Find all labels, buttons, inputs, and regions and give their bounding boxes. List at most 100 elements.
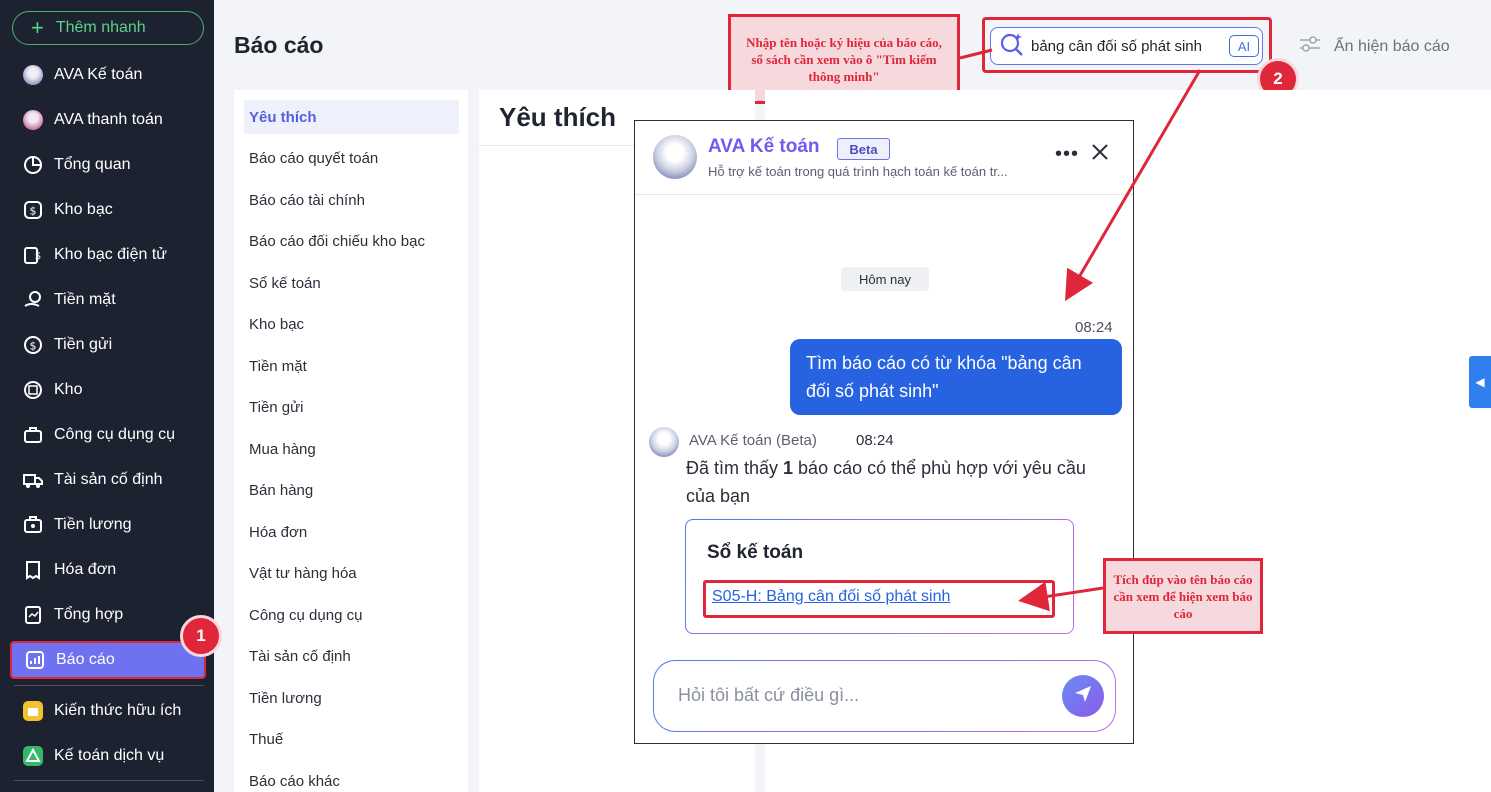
svg-text:$: $ bbox=[30, 340, 37, 353]
chat-header: AVA Kế toán Beta Hỗ trợ kế toán trong qu… bbox=[635, 121, 1133, 195]
category-item[interactable]: Kho bạc bbox=[244, 307, 459, 341]
category-item[interactable]: Thuế bbox=[244, 722, 459, 756]
chat-input[interactable]: Hỏi tôi bất cứ điều gì... bbox=[653, 660, 1116, 732]
category-item-favorites[interactable]: Yêu thích bbox=[244, 100, 459, 134]
bot-avatar bbox=[653, 135, 697, 179]
bot-message: Đã tìm thấy 1 báo cáo có thể phù hợp với… bbox=[686, 454, 1086, 510]
sidebar-item-kho-bac-dien-tu[interactable]: $ Kho bạc điện tử bbox=[10, 236, 206, 274]
toggle-report-button[interactable]: Ẩn hiện báo cáo bbox=[1298, 34, 1450, 59]
more-options-icon[interactable]: ••• bbox=[1055, 143, 1079, 166]
invoice-icon bbox=[22, 559, 44, 581]
category-item[interactable]: Tài sản cố định bbox=[244, 639, 459, 673]
sidebar-item-cong-cu-dung-cu[interactable]: Công cụ dụng cụ bbox=[10, 416, 206, 454]
sidebar-item-tien-gui[interactable]: $ Tiền gửi bbox=[10, 326, 206, 364]
send-button[interactable] bbox=[1062, 675, 1104, 717]
sidebar-item-ava-ke-toan[interactable]: AVA Kế toán bbox=[10, 56, 206, 94]
pie-chart-icon bbox=[22, 154, 44, 176]
category-item[interactable]: Hóa đơn bbox=[244, 515, 459, 549]
result-group-title: Sổ kế toán bbox=[707, 542, 804, 563]
chat-input-placeholder: Hỏi tôi bất cứ điều gì... bbox=[678, 685, 860, 705]
category-item[interactable]: Báo cáo đối chiếu kho bạc bbox=[244, 224, 459, 258]
e-treasury-icon: $ bbox=[22, 244, 44, 266]
sidebar-item-ke-toan-dich-vu[interactable]: Kế toán dịch vụ bbox=[10, 737, 206, 775]
sidebar-item-label: Báo cáo bbox=[56, 651, 115, 668]
ava-avatar-icon bbox=[22, 64, 44, 86]
category-item[interactable]: Mua hàng bbox=[244, 432, 459, 466]
sidebar-item-label: Hóa đơn bbox=[54, 561, 117, 578]
category-item[interactable]: Báo cáo khác bbox=[244, 764, 459, 792]
treasury-icon: $ bbox=[22, 199, 44, 221]
sidebar-item-tai-san-co-dinh[interactable]: Tài sản cố định bbox=[10, 461, 206, 499]
collapse-tab-right[interactable]: ◀ bbox=[1469, 356, 1491, 408]
sidebar-item-label: Tài sản cố định bbox=[54, 471, 163, 488]
sidebar-item-hoa-don[interactable]: Hóa đơn bbox=[10, 551, 206, 589]
chat-bot-name: AVA Kế toán bbox=[708, 136, 820, 157]
step-1-badge: 1 bbox=[180, 615, 222, 657]
category-item[interactable]: Tiền lương bbox=[244, 681, 459, 715]
sidebar-item-label: Công cụ dụng cụ bbox=[54, 426, 175, 443]
sidebar-item-label: Kế toán dịch vụ bbox=[54, 747, 165, 764]
sidebar-item-label: Tiền gửi bbox=[54, 336, 113, 353]
page-title: Báo cáo bbox=[234, 32, 324, 58]
plus-icon: + bbox=[31, 15, 44, 40]
category-item[interactable]: Tiền gửi bbox=[244, 390, 459, 424]
sidebar-item-bao-cao[interactable]: Báo cáo bbox=[10, 641, 206, 679]
category-item[interactable]: Báo cáo tài chính bbox=[244, 183, 459, 217]
link-highlight-box bbox=[703, 580, 1055, 618]
sidebar-item-label: Tổng hợp bbox=[54, 606, 124, 623]
sidebar-item-ava-thanh-toan[interactable]: AVA thanh toán bbox=[10, 101, 206, 139]
quick-add-label: Thêm nhanh bbox=[55, 19, 146, 36]
category-item[interactable]: Sổ kế toán bbox=[244, 266, 459, 300]
salary-icon bbox=[22, 514, 44, 536]
sidebar-item-kho[interactable]: Kho bbox=[10, 371, 206, 409]
toggle-report-label: Ẩn hiện báo cáo bbox=[1334, 37, 1450, 55]
send-icon bbox=[1072, 683, 1094, 710]
report-category-list: Yêu thích Báo cáo quyết toán Báo cáo tài… bbox=[234, 90, 468, 792]
bot-message-time: 08:24 bbox=[856, 432, 894, 449]
summary-icon bbox=[22, 604, 44, 626]
sidebar-divider bbox=[14, 780, 204, 781]
user-message-time: 08:24 bbox=[1075, 319, 1113, 336]
category-item[interactable]: Công cụ dụng cụ bbox=[244, 598, 459, 632]
sidebar-item-tong-quan[interactable]: Tổng quan bbox=[10, 146, 206, 184]
sidebar-divider bbox=[14, 685, 204, 686]
sidebar-item-kien-thuc-huu-ich[interactable]: Kiến thức hữu ích bbox=[10, 692, 206, 730]
category-item[interactable]: Tiền mặt bbox=[244, 349, 459, 383]
truck-icon bbox=[22, 469, 44, 491]
day-separator: Hôm nay bbox=[841, 267, 929, 291]
quick-add-button[interactable]: + Thêm nhanh bbox=[12, 11, 204, 45]
svg-text:$: $ bbox=[35, 251, 41, 262]
sidebar-item-tien-mat[interactable]: Tiền mặt bbox=[10, 281, 206, 319]
close-icon[interactable] bbox=[1091, 143, 1109, 166]
bot-mini-avatar bbox=[649, 427, 679, 457]
bot-message-text: Đã tìm thấy bbox=[686, 458, 784, 478]
bot-message-author: AVA Kế toán (Beta) bbox=[689, 432, 817, 449]
deposit-icon: $ bbox=[22, 334, 44, 356]
search-highlight-box bbox=[982, 17, 1272, 73]
category-item[interactable]: Báo cáo quyết toán bbox=[244, 141, 459, 175]
sidebar-item-label: Kho bạc bbox=[54, 201, 113, 218]
cash-icon bbox=[22, 289, 44, 311]
bot-message-count: 1 bbox=[783, 458, 794, 478]
sidebar-item-label: Tiền lương bbox=[54, 516, 132, 533]
service-icon bbox=[22, 745, 44, 767]
sidebar-item-label: AVA thanh toán bbox=[54, 111, 163, 128]
category-item[interactable]: Bán hàng bbox=[244, 473, 459, 507]
sidebar-item-tien-luong[interactable]: Tiền lương bbox=[10, 506, 206, 544]
sidebar-item-label: Tiền mặt bbox=[54, 291, 116, 308]
sidebar-item-tong-hop[interactable]: Tổng hợp bbox=[10, 596, 206, 634]
sliders-icon bbox=[1298, 34, 1322, 59]
chat-subtitle: Hỗ trợ kế toán trong quá trình hạch toán… bbox=[708, 164, 1008, 179]
sidebar-item-kho-bac[interactable]: $ Kho bạc bbox=[10, 191, 206, 229]
tools-icon bbox=[22, 424, 44, 446]
sidebar: + Thêm nhanh AVA Kế toán AVA thanh toán … bbox=[0, 0, 222, 792]
link-callout: Tích đúp vào tên báo cáo cần xem để hiện… bbox=[1103, 558, 1263, 634]
report-chart-icon bbox=[24, 649, 46, 671]
sidebar-item-label: Kho bạc điện tử bbox=[54, 246, 168, 263]
caret-left-icon: ◀ bbox=[1475, 375, 1485, 389]
warehouse-icon bbox=[22, 379, 44, 401]
category-item[interactable]: Vật tư hàng hóa bbox=[244, 556, 459, 590]
svg-text:$: $ bbox=[30, 205, 37, 218]
favorites-title: Yêu thích bbox=[499, 102, 617, 132]
user-message: Tìm báo cáo có từ khóa "bảng cân đối số … bbox=[790, 339, 1122, 415]
